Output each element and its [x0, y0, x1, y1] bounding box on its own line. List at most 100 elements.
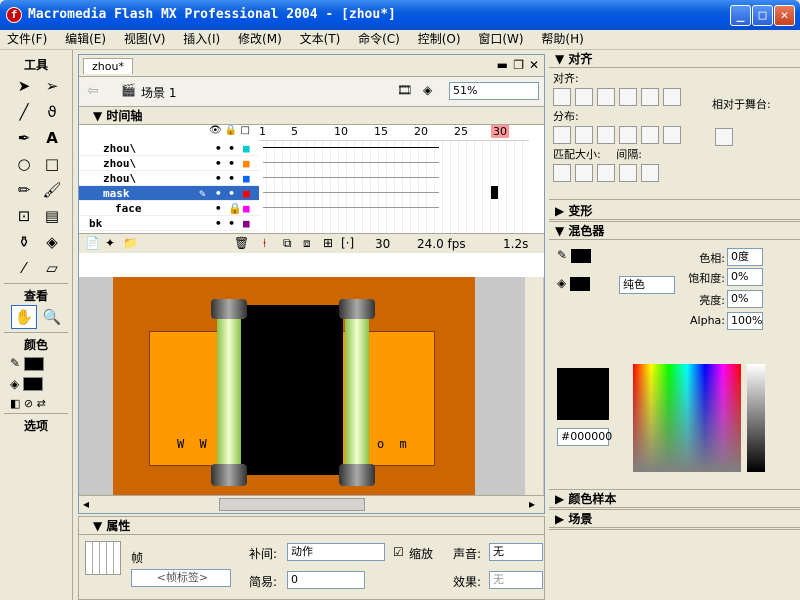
add-guide-icon[interactable]: ✦ [105, 236, 115, 250]
transform-header[interactable]: ▶ 变形 [549, 202, 800, 220]
doc-close-icon[interactable]: ✕ [529, 58, 539, 72]
oval-tool-icon[interactable]: ○ [11, 152, 37, 176]
brightness-bar[interactable] [747, 364, 765, 472]
doc-minimize-icon[interactable]: ▬ [497, 58, 508, 72]
brightness-input[interactable]: 0% [727, 290, 763, 308]
add-layer-icon[interactable]: 📄 [85, 236, 100, 250]
align-header[interactable]: ▼ 对齐 [549, 50, 800, 68]
layer-row[interactable]: zhou\ • • ■ [79, 156, 259, 171]
align-top-icon[interactable] [619, 88, 637, 106]
menu-insert[interactable]: 插入(I) [176, 30, 227, 48]
tween-select[interactable]: 动作 [287, 543, 385, 561]
menu-file[interactable]: 文件(F) [0, 30, 54, 48]
menu-control[interactable]: 控制(O) [411, 30, 468, 48]
mask-shape[interactable] [239, 305, 343, 475]
mixer-stroke-swatch[interactable] [570, 248, 591, 263]
swap-colors-icon[interactable]: ⇄ [37, 397, 46, 410]
document-tab[interactable]: zhou* [83, 58, 133, 74]
distribute-vcenter-icon[interactable] [575, 126, 593, 144]
distribute-left-icon[interactable] [619, 126, 637, 144]
back-arrow-icon[interactable]: ⇦ [87, 83, 99, 99]
menu-modify[interactable]: 修改(M) [231, 30, 289, 48]
match-height-icon[interactable] [575, 164, 593, 182]
zoom-tool-icon[interactable]: 🔍 [39, 305, 65, 329]
pencil-tool-icon[interactable]: ✏ [11, 178, 37, 202]
frame-grid[interactable] [259, 141, 529, 233]
distribute-top-icon[interactable] [553, 126, 571, 144]
scroll-thumb[interactable] [219, 498, 365, 511]
timeline-header[interactable]: ▼ 时间轴 [79, 107, 544, 125]
hue-input[interactable]: 0度 [727, 248, 763, 266]
swatches-header[interactable]: ▶ 颜色样本 [549, 490, 800, 508]
free-transform-tool-icon[interactable]: ⊡ [11, 204, 37, 228]
alpha-input[interactable]: 100% [727, 312, 763, 330]
arrow-tool-icon[interactable]: ➤ [11, 74, 37, 98]
align-bottom-icon[interactable] [663, 88, 681, 106]
layer-row[interactable]: zhou\ • • ■ [79, 141, 259, 156]
distribute-right-icon[interactable] [663, 126, 681, 144]
match-both-icon[interactable] [597, 164, 615, 182]
mixer-fill-swatch[interactable] [570, 276, 591, 291]
delete-layer-icon[interactable]: 🗑 [234, 236, 249, 250]
distribute-bottom-icon[interactable] [597, 126, 615, 144]
stage-vscrollbar[interactable] [525, 277, 543, 495]
space-horizontal-icon[interactable] [641, 164, 659, 182]
ease-input[interactable]: 0 [287, 571, 365, 589]
maximize-button[interactable]: □ [752, 5, 773, 26]
align-right-icon[interactable] [597, 88, 615, 106]
layer-row[interactable]: bk • • ■ [79, 216, 259, 231]
distribute-hcenter-icon[interactable] [641, 126, 659, 144]
close-button[interactable]: ✕ [774, 5, 795, 26]
zoom-select[interactable]: 51% [449, 82, 539, 100]
text-tool-icon[interactable]: A [39, 126, 65, 150]
playhead-frame[interactable]: 30 [491, 125, 509, 138]
eye-icon[interactable]: 👁 [209, 125, 222, 136]
fill-type-select[interactable]: 纯色 [619, 276, 675, 294]
menu-help[interactable]: 帮助(H) [534, 30, 590, 48]
doc-restore-icon[interactable]: ❐ [513, 58, 524, 72]
line-tool-icon[interactable]: ╱ [11, 100, 37, 124]
scene-header[interactable]: ▶ 场景 [549, 510, 800, 528]
minimize-button[interactable]: _ [730, 5, 751, 26]
align-left-icon[interactable] [553, 88, 571, 106]
menu-text[interactable]: 文本(T) [293, 30, 348, 48]
paint-bucket-tool-icon[interactable]: ◈ [39, 230, 65, 254]
stage-hscrollbar[interactable]: ◂ ▸ [79, 495, 544, 513]
no-color-icon[interactable]: ⊘ [24, 397, 33, 410]
match-width-icon[interactable] [553, 164, 571, 182]
eraser-tool-icon[interactable]: ▱ [39, 256, 65, 280]
scroll-left-icon[interactable]: ◂ [83, 497, 89, 511]
to-stage-icon[interactable] [715, 128, 733, 146]
hex-input[interactable]: #000000 [557, 428, 612, 446]
add-folder-icon[interactable]: 📁 [123, 236, 138, 250]
onion-skin-icon[interactable]: ⧉ [283, 236, 292, 251]
mixer-header[interactable]: ▼ 混色器 [549, 222, 800, 240]
scene-name[interactable]: 场景 1 [141, 84, 176, 101]
keyframe-selected[interactable] [491, 186, 498, 199]
lock-icon[interactable]: 🔒 [225, 125, 237, 136]
onion-markers-icon[interactable]: [·] [341, 236, 354, 250]
scroll-right-icon[interactable]: ▸ [529, 497, 535, 511]
layer-row-selected[interactable]: mask ✎ • • ■ [79, 186, 259, 201]
rectangle-tool-icon[interactable]: □ [39, 152, 65, 176]
frame-label-input[interactable]: <帧标签> [131, 569, 231, 587]
fill-color-swatch[interactable] [23, 377, 44, 391]
align-center-icon[interactable] [575, 88, 593, 106]
properties-header[interactable]: ▼ 属性 [79, 517, 544, 535]
layer-row[interactable]: face • 🔒 ■ [79, 201, 259, 216]
brush-tool-icon[interactable]: 🖌 [39, 178, 65, 202]
subselect-tool-icon[interactable]: ➢ [39, 74, 65, 98]
edit-scene-icon[interactable]: 🎞 [397, 83, 412, 97]
black-white-icon[interactable]: ◧ [10, 397, 20, 410]
fill-transform-tool-icon[interactable]: ▤ [39, 204, 65, 228]
menu-commands[interactable]: 命令(C) [351, 30, 407, 48]
pen-tool-icon[interactable]: ✒ [11, 126, 37, 150]
stroke-color-swatch[interactable] [23, 356, 44, 371]
ink-bottle-tool-icon[interactable]: ⚱ [11, 230, 37, 254]
align-middle-icon[interactable] [641, 88, 659, 106]
menu-edit[interactable]: 编辑(E) [58, 30, 113, 48]
saturation-input[interactable]: 0% [727, 268, 763, 286]
edit-multiple-icon[interactable]: ⊞ [323, 236, 333, 250]
scroll-rod-right[interactable] [345, 319, 369, 464]
color-spectrum[interactable] [633, 364, 741, 472]
